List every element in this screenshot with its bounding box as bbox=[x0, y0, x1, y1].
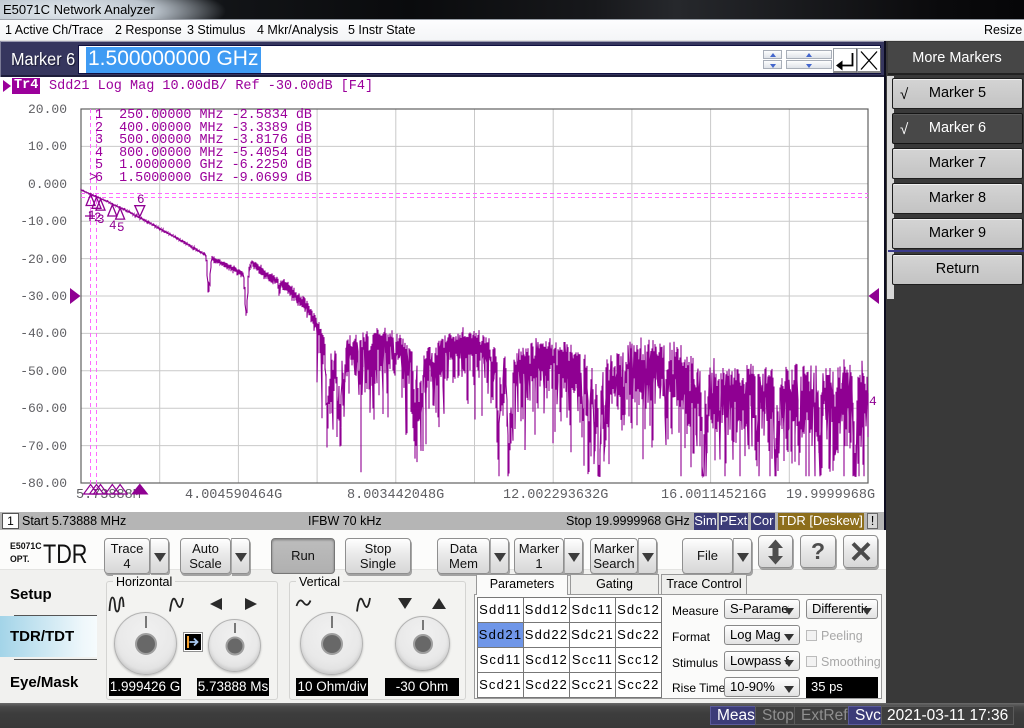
svg-text:3: 3 bbox=[97, 213, 105, 227]
svg-text:5: 5 bbox=[117, 221, 125, 235]
svg-text:4: 4 bbox=[109, 219, 117, 233]
svg-text:4: 4 bbox=[869, 394, 877, 409]
svg-text:6: 6 bbox=[137, 193, 145, 207]
